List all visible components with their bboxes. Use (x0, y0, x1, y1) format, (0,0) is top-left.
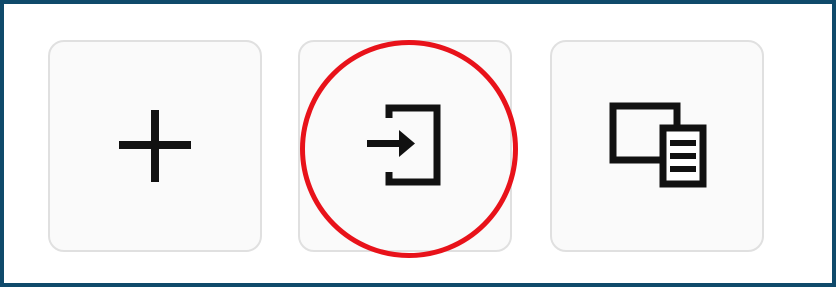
window-list-icon (609, 102, 707, 188)
import-button[interactable] (298, 40, 512, 252)
add-button[interactable] (48, 40, 262, 252)
toolbar (4, 4, 836, 291)
window-list-button[interactable] (550, 40, 764, 252)
screenshot-frame (0, 0, 836, 287)
sign-in-icon (367, 104, 441, 186)
plus-icon (119, 110, 191, 182)
